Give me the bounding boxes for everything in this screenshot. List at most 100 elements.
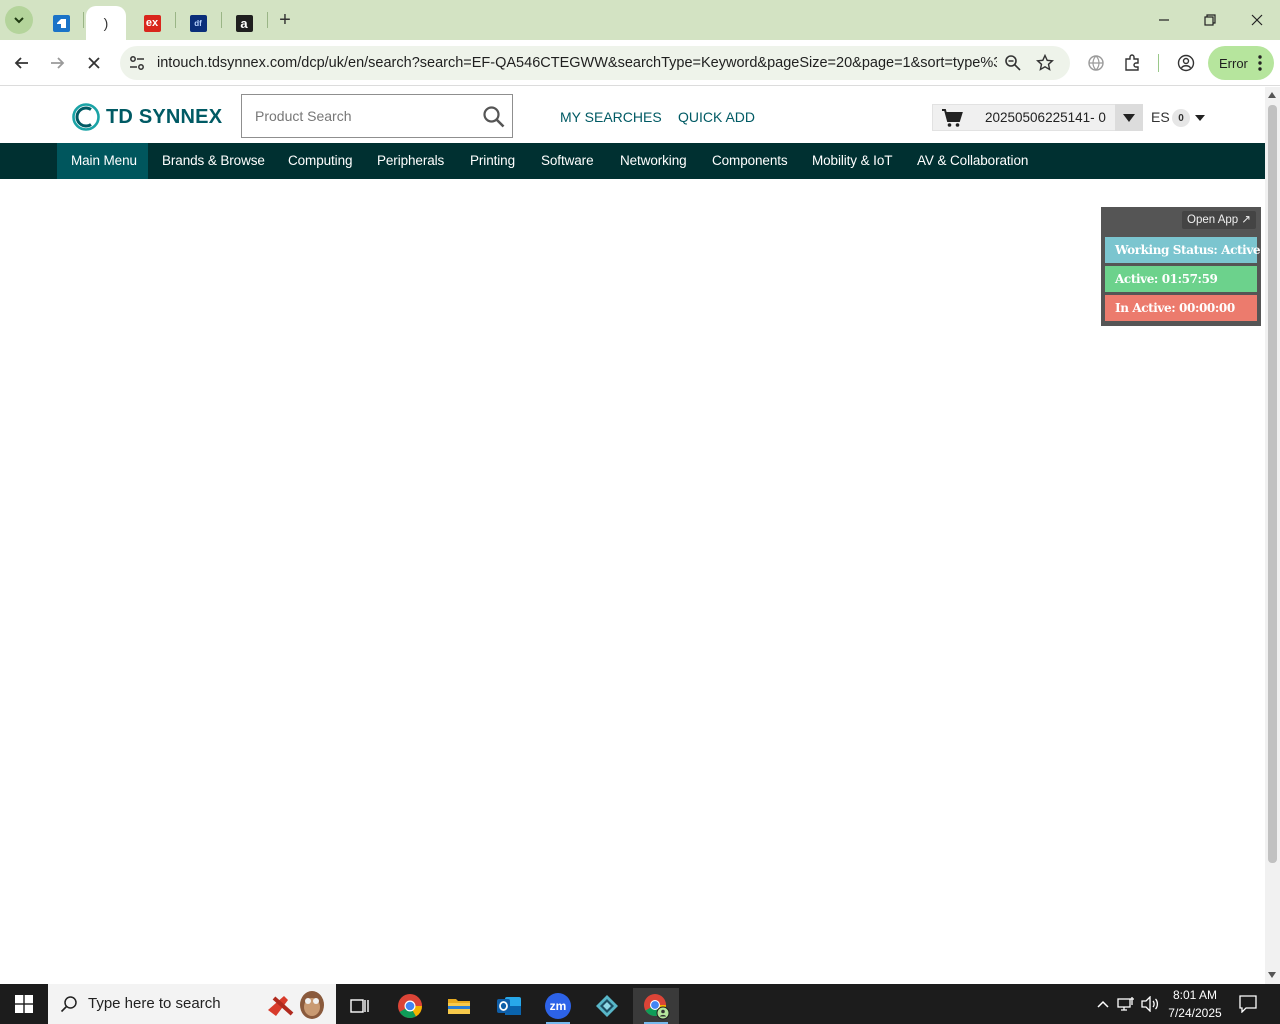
zoom-app-icon: zm	[545, 993, 571, 1019]
product-search-input[interactable]	[243, 96, 473, 136]
search-icon[interactable]	[482, 105, 506, 129]
taskbar-chrome-profile-app[interactable]	[633, 988, 679, 1024]
scroll-up-arrow-icon[interactable]	[1268, 92, 1276, 98]
show-hidden-icons-button[interactable]	[1094, 996, 1112, 1012]
clock-time: 8:01 AM	[1172, 988, 1218, 1002]
profile-error-button[interactable]: Error	[1208, 46, 1274, 80]
task-view-button[interactable]	[340, 988, 380, 1024]
nav-item-computing[interactable]: Computing	[274, 143, 366, 179]
taskbar-file-explorer-app[interactable]	[439, 988, 479, 1024]
address-url[interactable]: intouch.tdsynnex.com/dcp/uk/en/search?se…	[157, 46, 997, 80]
inactive-time-row: In Active: 00:00:00	[1105, 295, 1257, 321]
new-tab-button[interactable]: +	[274, 8, 296, 32]
stop-loading-button[interactable]	[81, 50, 107, 76]
volume-button[interactable]	[1141, 996, 1159, 1012]
arrow-right-icon	[51, 57, 65, 69]
speaker-icon	[1141, 996, 1159, 1012]
taskbar-clock[interactable]: 8:01 AM 7/24/2025	[1160, 986, 1230, 1022]
tab-favicon-icon: df	[189, 14, 207, 32]
taskbar-chrome-app[interactable]	[390, 988, 430, 1024]
tab-favicon-icon: ex	[143, 14, 161, 32]
page-scrollbar[interactable]	[1265, 87, 1280, 984]
folder-icon	[448, 999, 470, 1014]
address-bar[interactable]: intouch.tdsynnex.com/dcp/uk/en/search?se…	[120, 46, 1070, 80]
working-status-row: Working Status: Active	[1105, 237, 1261, 263]
outlook-icon	[497, 997, 521, 1015]
taskbar-search-box[interactable]: Type here to search	[48, 984, 336, 1024]
bookmark-star-icon[interactable]	[1036, 54, 1054, 72]
cart-selector[interactable]: 20250506225141- 0	[932, 104, 1143, 131]
start-button[interactable]	[0, 984, 48, 1024]
browser-toolbar: intouch.tdsynnex.com/dcp/uk/en/search?se…	[0, 40, 1280, 86]
site-header: TD SYNNEX MY SEARCHES QUICK ADD 20250506…	[0, 87, 1265, 143]
more-vertical-icon	[1258, 55, 1262, 71]
nav-item-main-menu[interactable]: Main Menu	[57, 143, 148, 179]
forward-button[interactable]	[44, 50, 70, 76]
tab-4[interactable]: df	[178, 6, 218, 40]
tab-5[interactable]: a	[224, 6, 264, 40]
caret-down-icon	[1123, 113, 1135, 122]
notifications-button[interactable]	[1238, 995, 1258, 1013]
chevron-up-icon	[1097, 1000, 1109, 1008]
tab-2-active[interactable]: )	[86, 6, 126, 40]
taskbar-diamond-app[interactable]	[587, 988, 627, 1024]
user-menu-caret-icon[interactable]	[1195, 115, 1205, 121]
nav-item-peripherals[interactable]: Peripherals	[363, 143, 458, 179]
quick-add-link[interactable]: QUICK ADD	[678, 109, 755, 125]
tab-separator	[267, 12, 268, 28]
profile-error-label: Error	[1219, 55, 1248, 71]
my-searches-link[interactable]: MY SEARCHES	[560, 109, 662, 125]
chrome-icon	[398, 994, 422, 1019]
logo-text: TD SYNNEX	[106, 105, 223, 128]
nav-item-software[interactable]: Software	[527, 143, 607, 179]
taskbar-outlook-app[interactable]	[489, 988, 529, 1024]
td-synnex-logo-icon	[72, 103, 100, 131]
restore-button[interactable]	[1198, 8, 1222, 32]
nav-item-brands-browse[interactable]: Brands & Browse	[148, 143, 279, 179]
translate-globe-icon[interactable]	[1085, 52, 1107, 74]
nav-item-av-collaboration[interactable]: AV & Collaboration	[903, 143, 1042, 179]
back-button[interactable]	[9, 50, 35, 76]
nav-item-printing[interactable]: Printing	[456, 143, 529, 179]
chrome-profile-icon	[644, 994, 670, 1020]
time-tracker-widget: Open App ↗ Working Status: Active Active…	[1101, 207, 1261, 326]
network-icon	[1117, 997, 1134, 1011]
nav-item-networking[interactable]: Networking	[606, 143, 701, 179]
task-view-icon	[350, 999, 369, 1013]
notification-center-icon	[1239, 995, 1257, 1013]
cart-dropdown-button[interactable]	[1115, 104, 1143, 131]
minimize-button[interactable]	[1152, 8, 1176, 32]
zoom-icon[interactable]	[1004, 54, 1022, 72]
close-window-button[interactable]	[1245, 8, 1269, 32]
user-notification-badge[interactable]: 0	[1172, 109, 1190, 127]
profile-icon[interactable]	[1175, 52, 1197, 74]
network-button[interactable]	[1117, 996, 1135, 1012]
restore-icon	[1204, 14, 1216, 26]
scrollbar-thumb[interactable]	[1268, 105, 1277, 863]
td-synnex-logo[interactable]: TD SYNNEX	[72, 103, 222, 131]
close-icon	[1251, 14, 1263, 26]
tab-favicon-icon	[52, 14, 70, 32]
browser-tab-strip: ) ex df a +	[0, 0, 1280, 40]
taskbar-zoom-app[interactable]: zm	[538, 988, 578, 1024]
site-settings-icon[interactable]	[128, 54, 146, 72]
tab-1[interactable]	[40, 6, 82, 40]
scroll-down-arrow-icon[interactable]	[1268, 972, 1276, 978]
tab-search-button[interactable]	[5, 6, 33, 34]
extensions-icon[interactable]	[1121, 52, 1143, 74]
shopping-cart-icon	[942, 109, 963, 127]
loading-spinner-icon: )	[103, 15, 109, 31]
tab-3[interactable]: ex	[132, 6, 172, 40]
tab-favicon-icon: a	[235, 14, 253, 32]
main-nav: Main Menu Brands & Browse Computing Peri…	[0, 143, 1265, 179]
windows-taskbar: Type here to search zm 8:01 AM 7/24/2025	[0, 984, 1280, 1024]
search-highlight-illustration-icon	[268, 991, 324, 1019]
user-initials[interactable]: ES	[1151, 109, 1170, 125]
nav-item-components[interactable]: Components	[698, 143, 802, 179]
open-app-button[interactable]: Open App ↗	[1182, 211, 1256, 229]
chevron-down-icon	[14, 17, 24, 24]
arrow-left-icon	[14, 57, 28, 69]
toolbar-divider	[1158, 54, 1159, 72]
search-icon	[60, 996, 77, 1013]
nav-item-mobility-iot[interactable]: Mobility & IoT	[798, 143, 906, 179]
